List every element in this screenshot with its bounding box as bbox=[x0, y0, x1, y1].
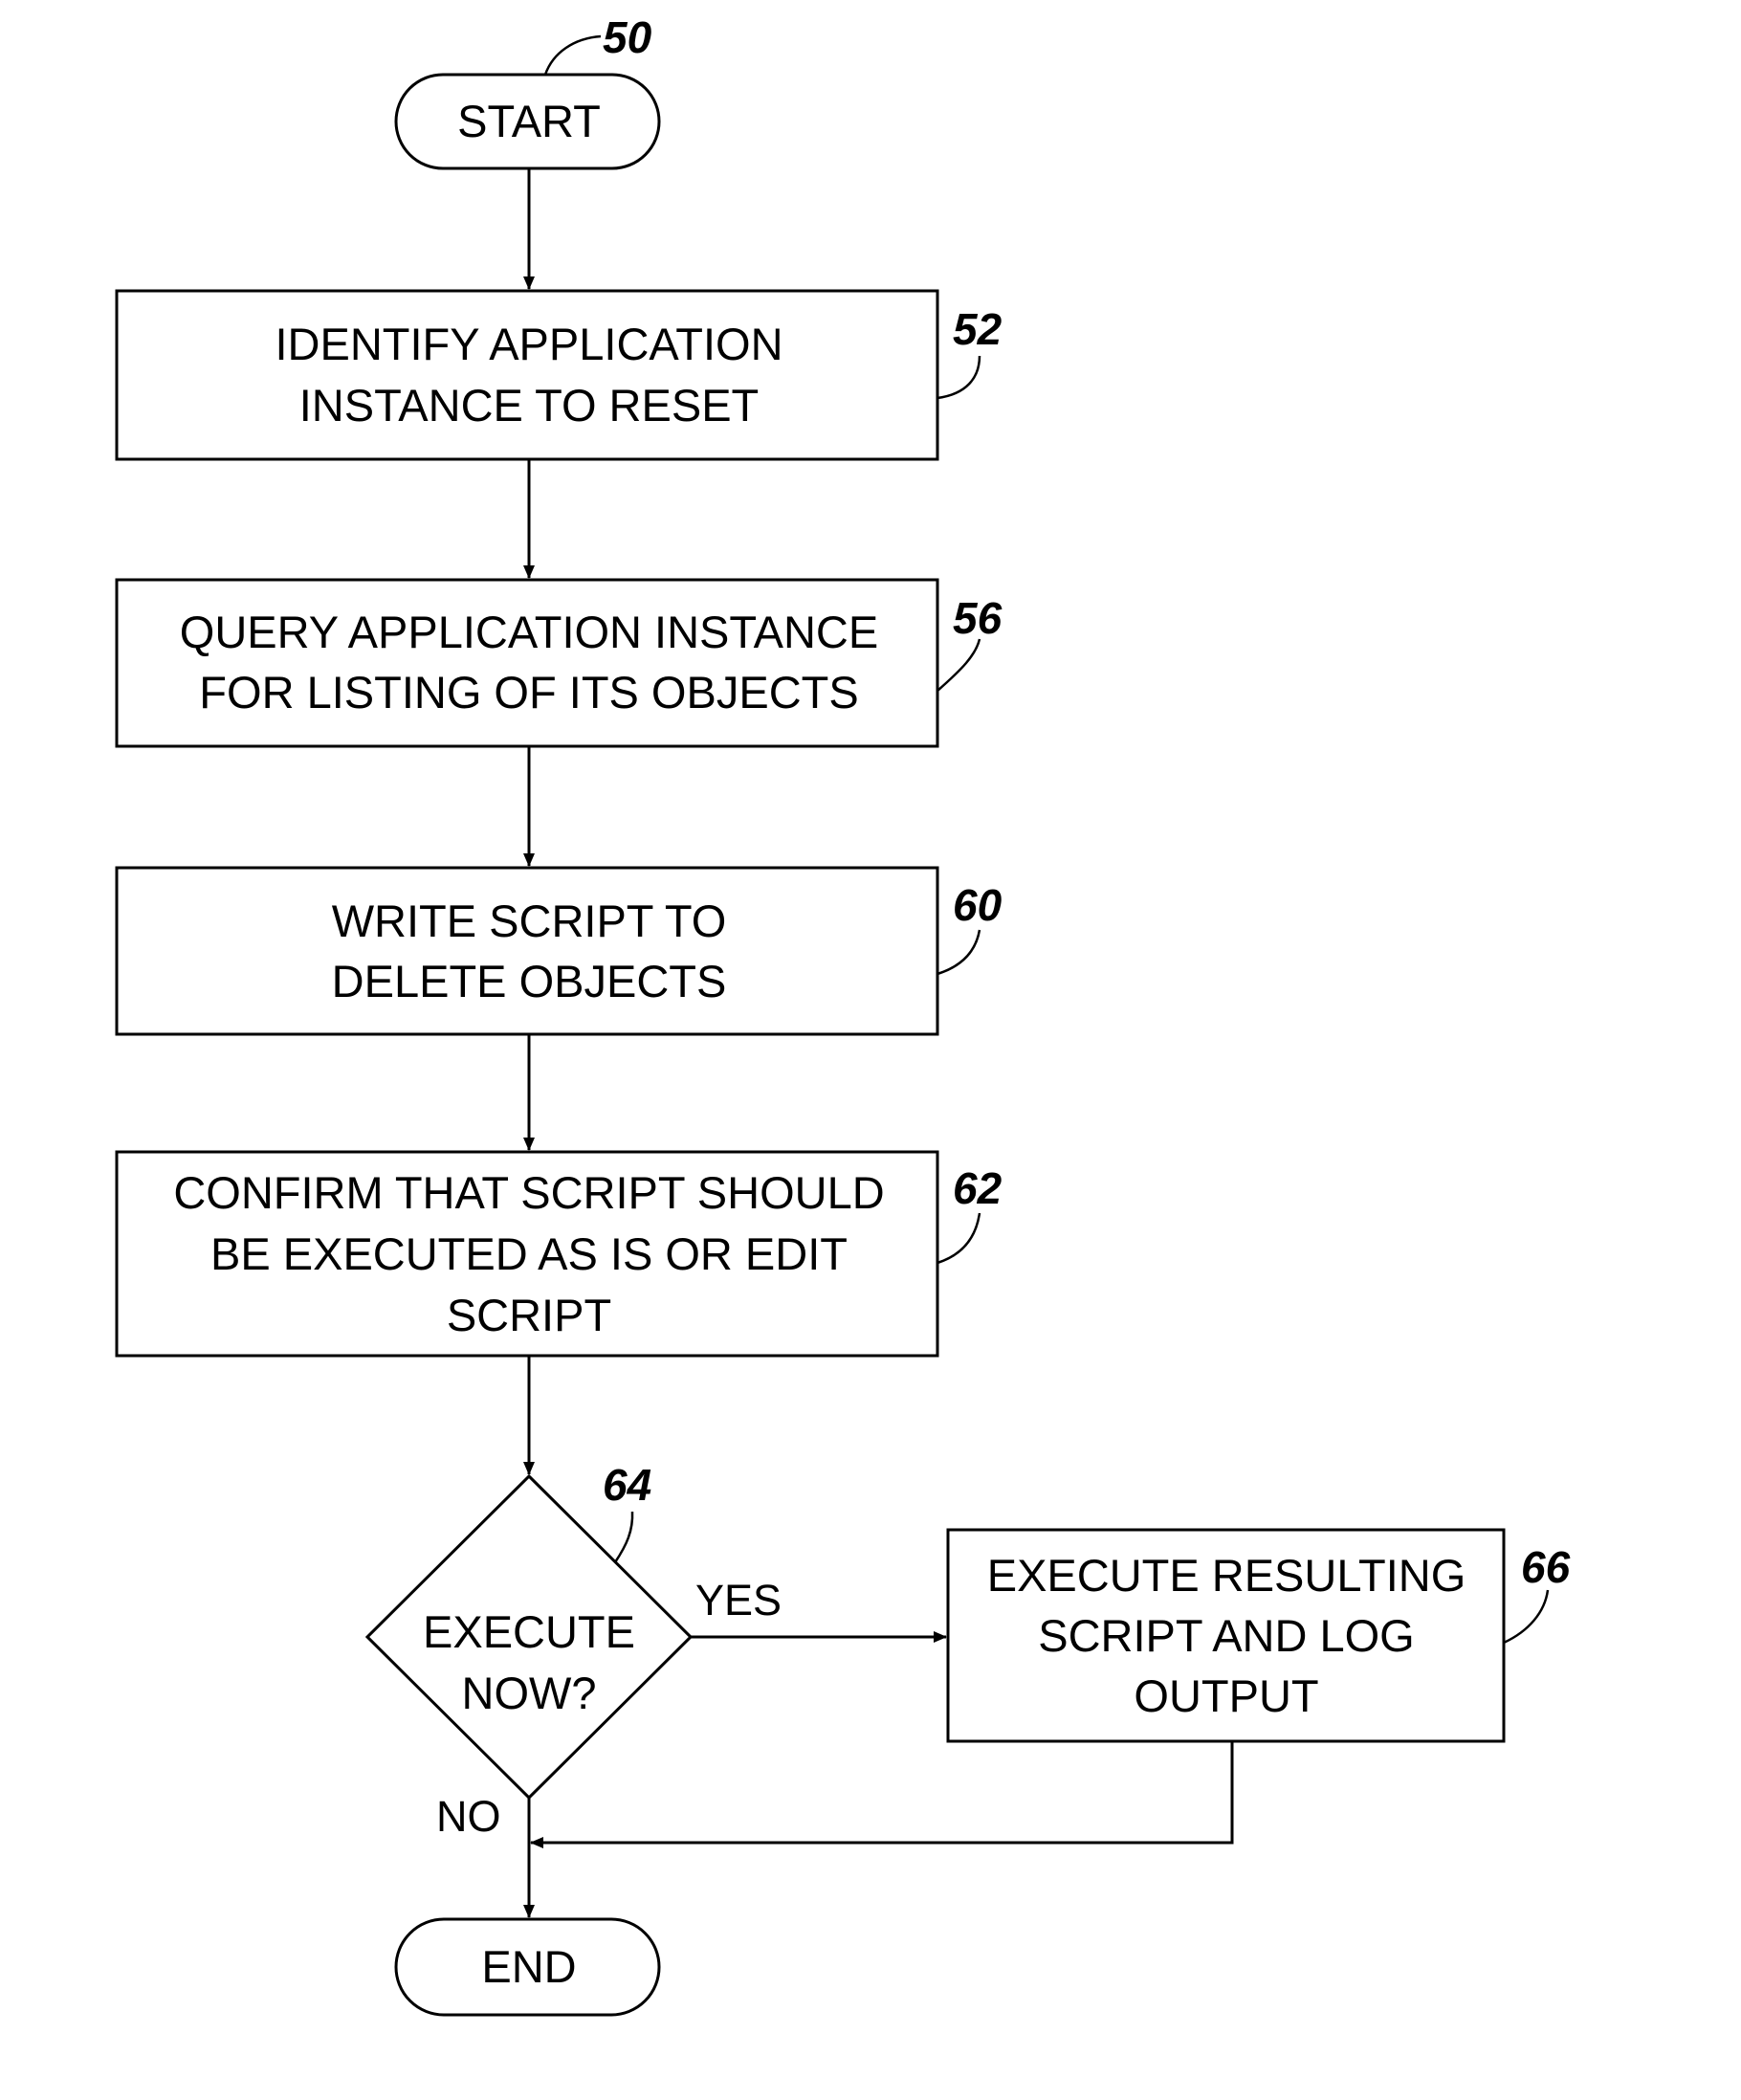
box-66-line-1: EXECUTE RESULTING bbox=[987, 1550, 1466, 1601]
box-52-line-2: INSTANCE TO RESET bbox=[299, 380, 760, 431]
flowchart: START 50 IDENTIFY APPLICATION INSTANCE T… bbox=[115, 12, 1571, 2017]
decision-line-1: EXECUTE bbox=[423, 1606, 635, 1657]
start-label: START bbox=[457, 96, 601, 146]
ref-label-56: 56 bbox=[953, 593, 1003, 643]
box-60-line-1: WRITE SCRIPT TO bbox=[332, 895, 727, 946]
ref-leader-56 bbox=[937, 638, 981, 692]
node-query-instance: QUERY APPLICATION INSTANCE FOR LISTING O… bbox=[115, 578, 1003, 748]
box-62-line-2: BE EXECUTED AS IS OR EDIT bbox=[210, 1228, 848, 1279]
ref-label-62: 62 bbox=[953, 1163, 1003, 1213]
box-56-line-1: QUERY APPLICATION INSTANCE bbox=[180, 607, 878, 657]
process-box-60 bbox=[115, 866, 939, 1036]
box-62-line-1: CONFIRM THAT SCRIPT SHOULD bbox=[173, 1167, 884, 1218]
node-start: START 50 bbox=[394, 12, 661, 170]
ref-label-60: 60 bbox=[953, 880, 1003, 930]
node-execute-script: EXECUTE RESULTING SCRIPT AND LOG OUTPUT … bbox=[946, 1528, 1571, 1743]
node-confirm-script: CONFIRM THAT SCRIPT SHOULD BE EXECUTED A… bbox=[115, 1150, 1003, 1358]
ref-leader-60 bbox=[937, 929, 981, 976]
box-66-line-2: SCRIPT AND LOG bbox=[1038, 1610, 1415, 1661]
process-box-52 bbox=[115, 289, 939, 461]
ref-label-66: 66 bbox=[1521, 1542, 1571, 1592]
ref-label-50: 50 bbox=[603, 12, 652, 62]
branch-label-no: NO bbox=[436, 1792, 501, 1841]
ref-leader-62 bbox=[937, 1212, 981, 1265]
node-execute-now-decision: EXECUTE NOW? 64 YES NO bbox=[364, 1460, 782, 1841]
node-write-script: WRITE SCRIPT TO DELETE OBJECTS 60 bbox=[115, 866, 1003, 1036]
box-52-line-1: IDENTIFY APPLICATION bbox=[275, 319, 782, 369]
edge-execute-return bbox=[530, 1741, 1234, 1848]
ref-leader-66 bbox=[1503, 1589, 1550, 1645]
node-end: END bbox=[394, 1917, 661, 2017]
box-66-line-3: OUTPUT bbox=[1134, 1670, 1318, 1721]
ref-label-52: 52 bbox=[953, 304, 1003, 354]
ref-leader-50 bbox=[543, 34, 602, 76]
box-60-line-2: DELETE OBJECTS bbox=[332, 956, 727, 1006]
decision-line-2: NOW? bbox=[462, 1668, 597, 1718]
ref-leader-52 bbox=[937, 355, 981, 400]
end-label: END bbox=[481, 1941, 576, 1992]
ref-label-64: 64 bbox=[603, 1460, 651, 1510]
node-identify-instance: IDENTIFY APPLICATION INSTANCE TO RESET 5… bbox=[115, 289, 1003, 461]
branch-label-yes: YES bbox=[695, 1576, 782, 1625]
box-56-line-2: FOR LISTING OF ITS OBJECTS bbox=[199, 667, 858, 718]
ref-leader-64 bbox=[613, 1511, 634, 1563]
box-62-line-3: SCRIPT bbox=[447, 1290, 611, 1340]
process-box-56 bbox=[115, 578, 939, 748]
